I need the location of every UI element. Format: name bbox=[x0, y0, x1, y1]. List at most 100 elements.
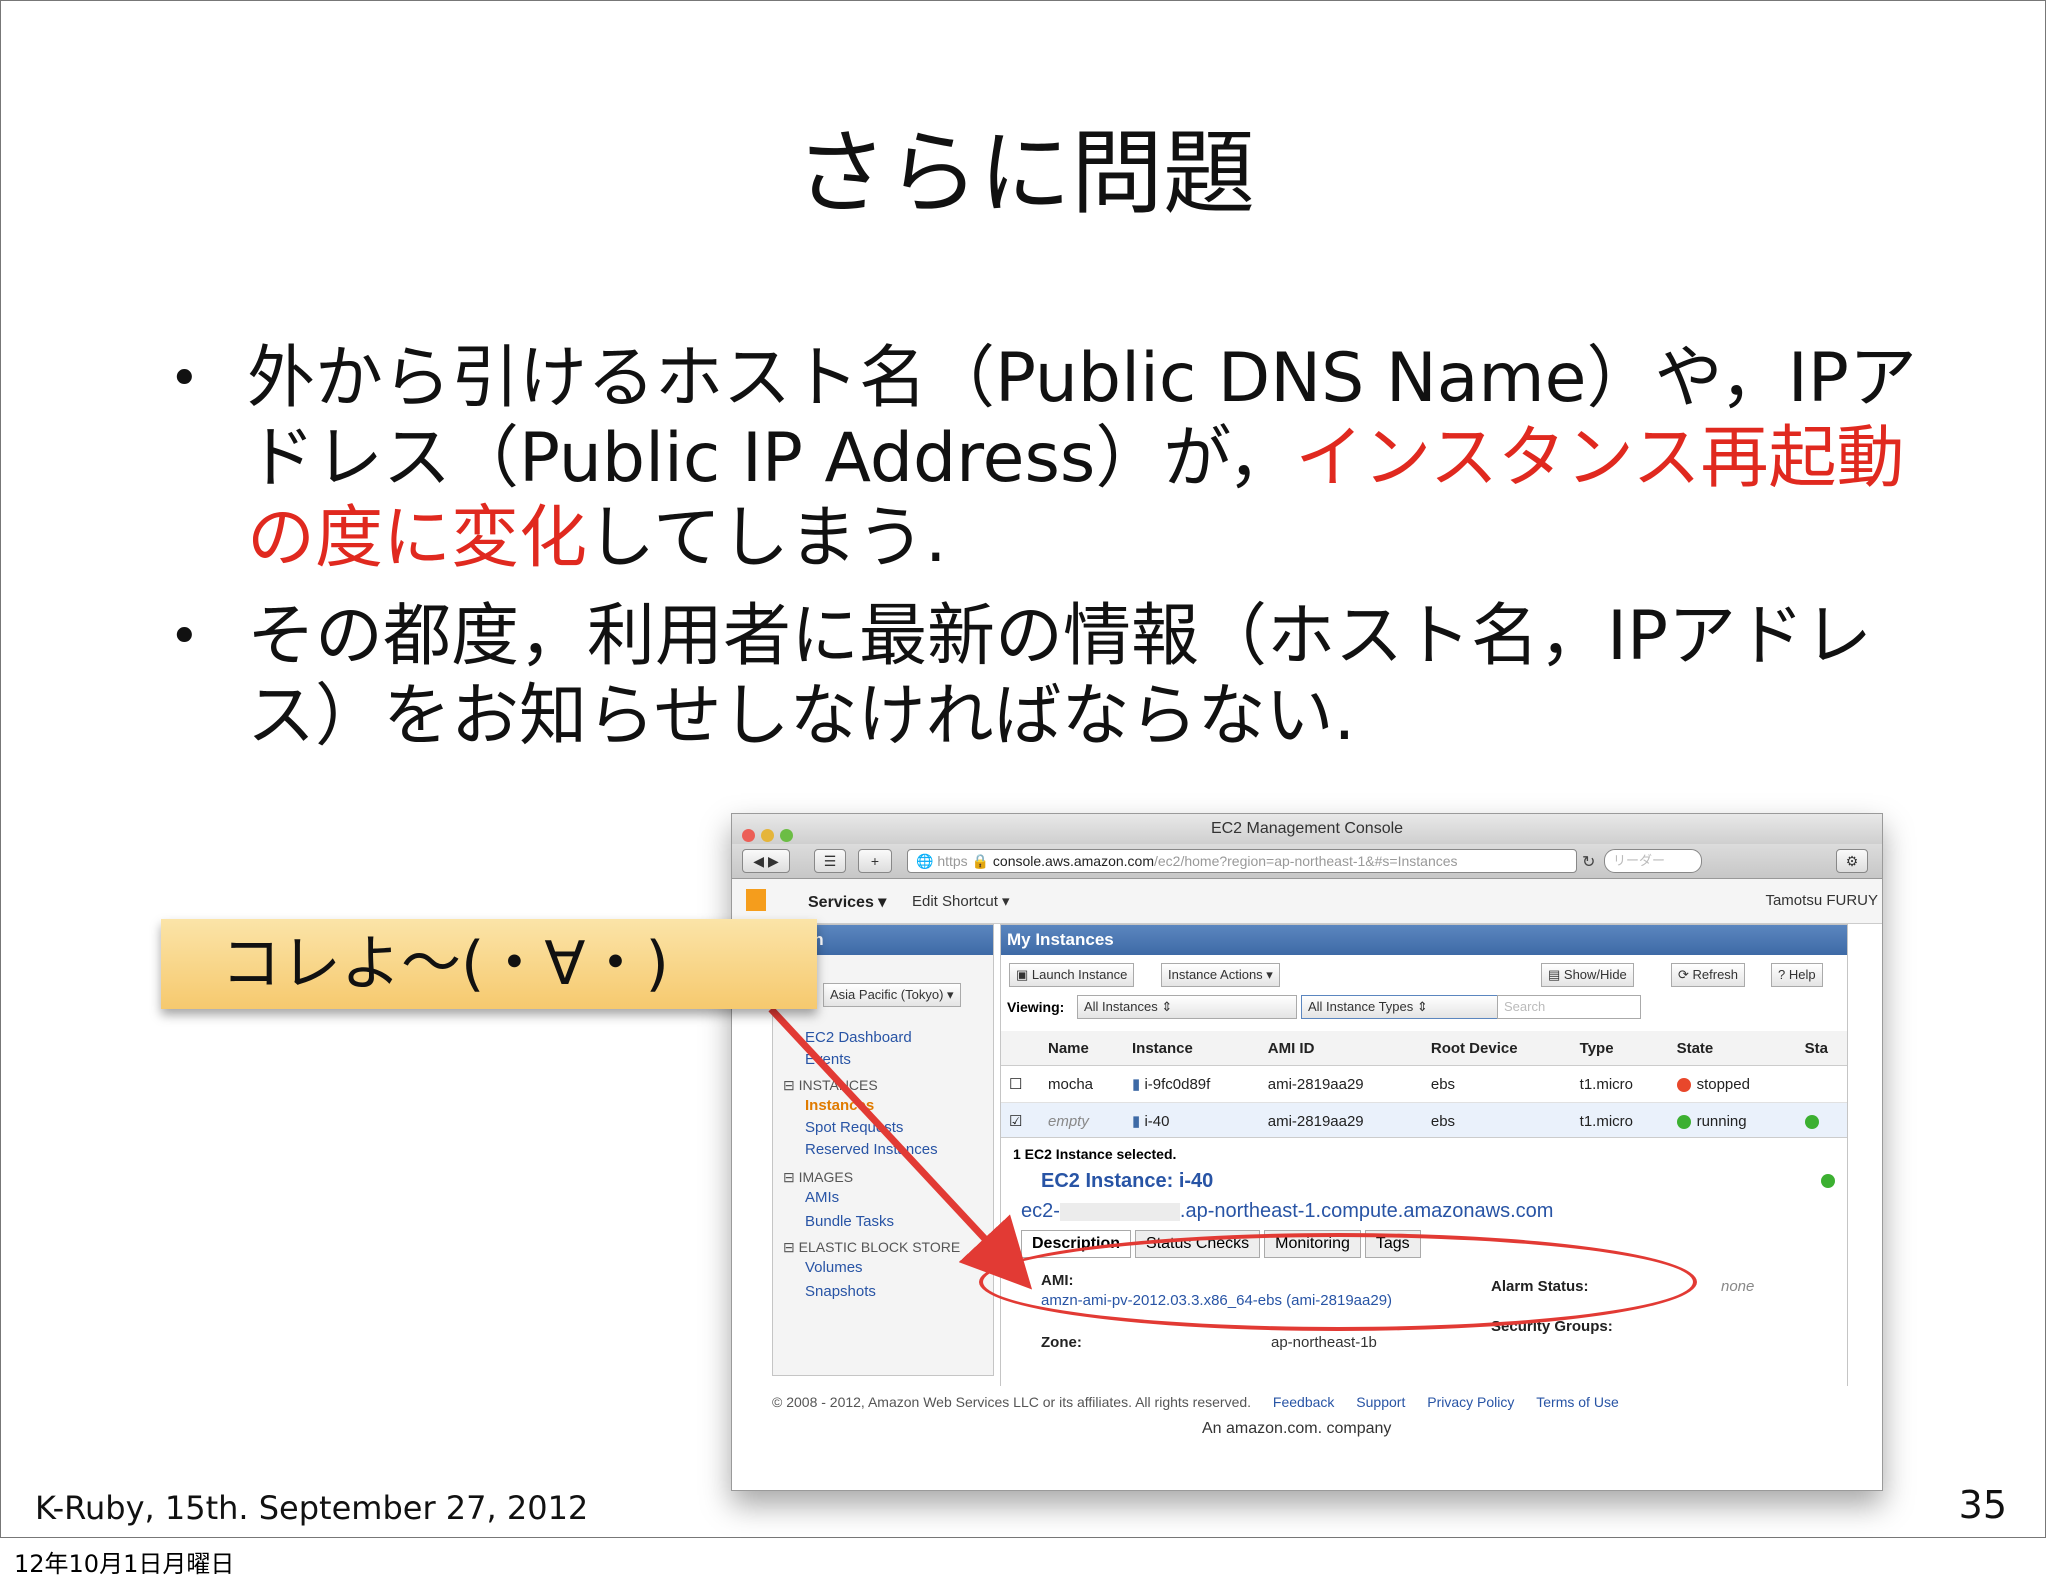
nav-section-instances[interactable]: ⊟ INSTANCES bbox=[783, 1077, 878, 1094]
history-button[interactable]: ☰ bbox=[814, 849, 846, 873]
instance-icon: ▮ bbox=[1132, 1076, 1141, 1093]
column-header[interactable]: Type bbox=[1571, 1031, 1669, 1066]
instance-types-select[interactable]: All Instance Types ⇕ bbox=[1301, 995, 1499, 1019]
feedback-link[interactable]: Feedback bbox=[1273, 1394, 1334, 1410]
footer-links: © 2008 - 2012, Amazon Web Services LLC o… bbox=[772, 1394, 1619, 1410]
cell-name: empty bbox=[1040, 1102, 1124, 1140]
date-caption: 12年10月1日月曜日 bbox=[14, 1550, 235, 1578]
instance-id: i-40 bbox=[1144, 1113, 1170, 1130]
instance-title: EC2 Instance: i-40 bbox=[1041, 1170, 1214, 1192]
globe-icon: 🌐 bbox=[916, 853, 934, 869]
nav-section-ebs[interactable]: ⊟ ELASTIC BLOCK STORE bbox=[783, 1239, 960, 1256]
cell-state: running bbox=[1668, 1102, 1797, 1140]
cell-instance: ▮ i-40 bbox=[1124, 1102, 1260, 1140]
instances-search-input[interactable]: Search bbox=[1497, 995, 1641, 1019]
bullet-list: • 外から引けるホスト名（Public DNS Name）や，IPアドレス（Pu… bbox=[161, 339, 1951, 775]
cell-instance: ▮ i-9fc0d89f bbox=[1124, 1065, 1260, 1103]
close-icon[interactable] bbox=[742, 829, 755, 842]
viewing-label: Viewing: bbox=[1007, 999, 1065, 1015]
browser-search-input[interactable]: リーダー bbox=[1604, 849, 1702, 873]
bullet-item: • 外から引けるホスト名（Public DNS Name）や，IPアドレス（Pu… bbox=[161, 339, 1951, 579]
url-path: /ec2/home?region=ap-northeast-1&#s=Insta… bbox=[1153, 853, 1458, 869]
reload-icon[interactable]: ↻ bbox=[1582, 852, 1595, 872]
browser-window: EC2 Management Console ◀ ▶ ☰ + 🌐 https 🔒… bbox=[731, 813, 1883, 1491]
privacy-policy-link[interactable]: Privacy Policy bbox=[1427, 1394, 1514, 1410]
cell-name: mocha bbox=[1040, 1065, 1124, 1103]
launch-instance-button[interactable]: ▣ Launch Instance bbox=[1009, 963, 1135, 987]
callout-note: コレよ〜(・∀・) bbox=[161, 919, 817, 1009]
nav-item-snapshots[interactable]: Snapshots bbox=[805, 1283, 876, 1300]
instances-table: Name Instance AMI ID Root Device Type St… bbox=[1001, 1031, 1847, 1140]
public-dns-name[interactable]: ec2- .ap-northeast-1.compute.amazonaws.co… bbox=[1021, 1200, 1553, 1223]
viewing-select[interactable]: All Instances ⇕ bbox=[1077, 995, 1297, 1019]
nav-item-reserved-instances[interactable]: Reserved Instances bbox=[805, 1141, 938, 1158]
cell-type: t1.micro bbox=[1571, 1065, 1669, 1103]
refresh-label: Refresh bbox=[1692, 967, 1739, 982]
nav-item-spot-requests[interactable]: Spot Requests bbox=[805, 1119, 903, 1136]
terms-of-use-link[interactable]: Terms of Use bbox=[1536, 1394, 1618, 1410]
edit-shortcut-menu[interactable]: Edit Shortcut ▾ bbox=[912, 892, 1010, 910]
instance-actions-label: Instance Actions bbox=[1168, 967, 1263, 982]
nav-section-instances-label: INSTANCES bbox=[798, 1077, 878, 1093]
region-value: Asia Pacific (Tokyo) bbox=[830, 987, 944, 1002]
column-header[interactable]: AMI ID bbox=[1259, 1031, 1423, 1066]
nav-section-images[interactable]: ⊟ IMAGES bbox=[783, 1169, 853, 1186]
dns-suffix: .ap-northeast-1.compute.amazonaws.com bbox=[1179, 1200, 1554, 1222]
nav-item-dashboard[interactable]: EC2 Dashboard bbox=[805, 1029, 912, 1046]
amazon-company-text: An amazon.com. company bbox=[1202, 1420, 1392, 1437]
url-host: console.aws.amazon.com bbox=[992, 853, 1154, 869]
cell-state: stopped bbox=[1668, 1065, 1797, 1103]
running-status-icon bbox=[1676, 1114, 1691, 1129]
nav-item-instances[interactable]: Instances bbox=[805, 1097, 874, 1114]
nav-item-amis[interactable]: AMIs bbox=[805, 1189, 839, 1206]
nav-item-bundle-tasks[interactable]: Bundle Tasks bbox=[805, 1213, 894, 1230]
support-link[interactable]: Support bbox=[1356, 1394, 1405, 1410]
show-hide-button[interactable]: ▤ Show/Hide bbox=[1541, 963, 1634, 987]
instance-actions-button[interactable]: Instance Actions ▾ bbox=[1161, 963, 1280, 987]
back-forward-button[interactable]: ◀ ▶ bbox=[742, 849, 790, 873]
dns-prefix: ec2- bbox=[1021, 1200, 1060, 1222]
url-input[interactable]: 🌐 https 🔒 console.aws.amazon.com/ec2/hom… bbox=[907, 849, 1577, 873]
cell-ami: ami-2819aa29 bbox=[1259, 1102, 1423, 1140]
table-row[interactable]: ☑ empty ▮ i-40 ami-2819aa29 ebs t1.micro… bbox=[1001, 1102, 1847, 1140]
region-select[interactable]: Asia Pacific (Tokyo) ▾ bbox=[823, 983, 961, 1007]
nav-item-volumes[interactable]: Volumes bbox=[805, 1259, 863, 1276]
column-header[interactable]: Instance bbox=[1124, 1031, 1260, 1066]
copyright-text: © 2008 - 2012, Amazon Web Services LLC o… bbox=[772, 1394, 1252, 1410]
instance-id: i-9fc0d89f bbox=[1144, 1076, 1211, 1093]
row-checkbox[interactable]: ☐ bbox=[1001, 1065, 1040, 1103]
minimize-icon[interactable] bbox=[761, 829, 774, 842]
panel-header: My Instances bbox=[1001, 925, 1847, 955]
selected-count: 1 EC2 Instance selected. bbox=[1013, 1146, 1177, 1162]
cell-status bbox=[1796, 1102, 1847, 1140]
aws-logo-icon bbox=[746, 889, 766, 911]
column-header[interactable]: Name bbox=[1040, 1031, 1124, 1066]
column-header[interactable]: State bbox=[1668, 1031, 1797, 1066]
refresh-button[interactable]: ⟳ Refresh bbox=[1671, 963, 1746, 987]
console-content: ation n: Asia Pacific (Tokyo) ▾ EC2 Dash… bbox=[732, 924, 1882, 1490]
table-row[interactable]: ☐ mocha ▮ i-9fc0d89f ami-2819aa29 ebs t1… bbox=[1001, 1065, 1847, 1103]
user-menu[interactable]: Tamotsu FURUY bbox=[1765, 892, 1878, 909]
check-icon bbox=[1804, 1114, 1819, 1129]
slide-footer: K-Ruby, 15th. September 27, 2012 bbox=[35, 1489, 589, 1527]
page-number: 35 bbox=[1958, 1483, 2007, 1527]
redacted-block bbox=[1059, 1202, 1180, 1221]
help-label: Help bbox=[1788, 967, 1816, 982]
zoom-icon[interactable] bbox=[780, 829, 793, 842]
column-header[interactable]: Sta bbox=[1796, 1031, 1847, 1066]
slide: さらに問題 • 外から引けるホスト名（Public DNS Name）や，IPア… bbox=[0, 0, 2046, 1538]
cell-type: t1.micro bbox=[1571, 1102, 1669, 1140]
cell-root-device: ebs bbox=[1422, 1102, 1572, 1140]
nav-item-events[interactable]: Events bbox=[805, 1051, 851, 1068]
help-button[interactable]: ? Help bbox=[1771, 963, 1823, 987]
services-menu[interactable]: Services ▾ bbox=[808, 892, 886, 912]
cell-root-device: ebs bbox=[1422, 1065, 1572, 1103]
launch-instance-label: Launch Instance bbox=[1031, 967, 1128, 982]
row-checkbox[interactable]: ☑ bbox=[1001, 1102, 1040, 1140]
column-header[interactable]: Root Device bbox=[1422, 1031, 1572, 1066]
table-header-row: Name Instance AMI ID Root Device Type St… bbox=[1001, 1031, 1847, 1066]
add-tab-button[interactable]: + bbox=[858, 849, 892, 873]
cell-ami: ami-2819aa29 bbox=[1259, 1065, 1423, 1103]
settings-icon[interactable]: ⚙ bbox=[1836, 849, 1868, 873]
services-label: Services bbox=[808, 894, 874, 911]
